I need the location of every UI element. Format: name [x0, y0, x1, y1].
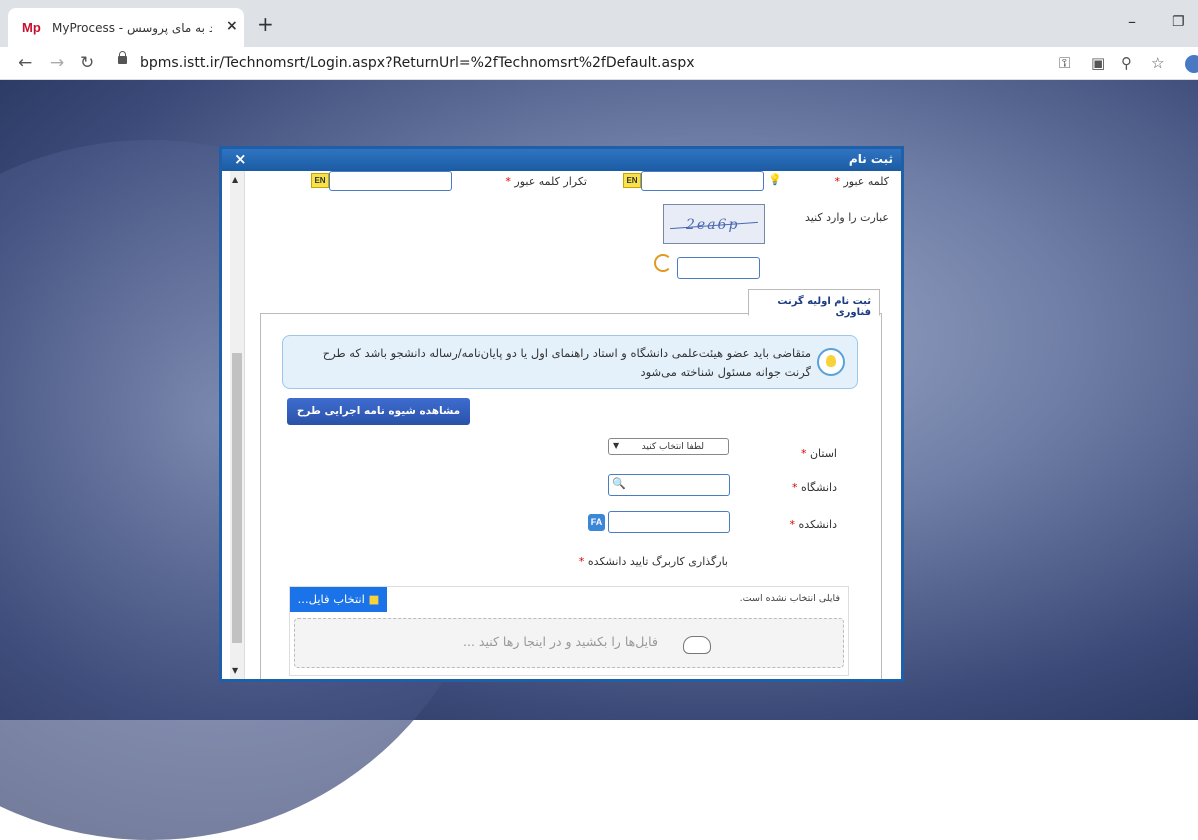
- captcha-image: 2ea6p: [663, 204, 765, 244]
- info-text: متقاضی باید عضو هیئت‌علمی دانشگاه و استا…: [322, 346, 811, 379]
- file-upload-box: ■ انتخاب فایل... فایلی انتخاب نشده است. …: [289, 586, 849, 676]
- lock-icon: [118, 51, 127, 64]
- university-label: دانشگاه *: [791, 481, 837, 494]
- zoom-icon[interactable]: ⚲: [1121, 54, 1132, 72]
- browser-tab-bar: Mp MyProcess - ورود به مای پروسس × + – ❐: [0, 0, 1198, 47]
- new-tab-button[interactable]: +: [257, 12, 274, 36]
- view-guideline-button[interactable]: مشاهده شیوه نامه اجرایی طرح جوانه: [287, 398, 470, 444]
- captcha-input[interactable]: [677, 257, 760, 279]
- drop-zone[interactable]: فایل‌ها را بکشید و در اینجا رها کنید ...: [294, 618, 844, 668]
- forward-icon[interactable]: →: [50, 53, 64, 73]
- password-input[interactable]: [641, 171, 764, 191]
- password-repeat-label: تکرار کلمه عبور *: [505, 175, 587, 188]
- site-logo-icon: Mp: [22, 20, 41, 35]
- registration-dialog: ثبت نام × ▲ ▼ کلمه عبور * 💡 EN تکرار کلم…: [219, 146, 904, 682]
- captcha-label: عبارت را وارد کنید: [805, 211, 889, 224]
- url-field[interactable]: bpms.istt.ir/Technomsrt/Login.aspx?Retur…: [140, 52, 1060, 74]
- restore-icon[interactable]: ❐: [1172, 14, 1185, 30]
- translate-icon[interactable]: ▣: [1091, 54, 1105, 72]
- dialog-header: ثبت نام ×: [222, 149, 901, 171]
- chevron-down-icon: ▼: [613, 441, 620, 450]
- scroll-down-icon[interactable]: ▼: [232, 666, 238, 675]
- faculty-input[interactable]: [608, 511, 730, 533]
- close-icon[interactable]: ×: [234, 150, 247, 168]
- minimize-icon[interactable]: –: [1128, 12, 1136, 31]
- search-icon: 🔍: [612, 477, 626, 490]
- choose-file-button[interactable]: ■ انتخاب فایل...: [290, 587, 387, 612]
- faculty-label: دانشکده *: [789, 518, 837, 531]
- upload-label: بارگذاری کاربرگ تایید دانشکده *: [578, 555, 728, 568]
- en-badge: EN: [311, 173, 329, 188]
- browser-tab[interactable]: Mp MyProcess - ورود به مای پروسس ×: [8, 8, 244, 47]
- province-select[interactable]: لطفا انتخاب کنید ▼: [608, 438, 729, 455]
- drop-text: فایل‌ها را بکشید و در اینجا رها کنید ...: [463, 634, 658, 649]
- fa-badge: FA: [588, 514, 605, 531]
- password-label: کلمه عبور *: [834, 175, 889, 188]
- address-bar: ← → ↻ bpms.istt.ir/Technomsrt/Login.aspx…: [0, 47, 1198, 80]
- university-input[interactable]: 🔍: [608, 474, 730, 496]
- scroll-thumb[interactable]: [232, 353, 242, 643]
- lightbulb-icon: [817, 348, 845, 376]
- key-icon[interactable]: ⚿: [1059, 54, 1070, 72]
- dialog-scrollbar[interactable]: ▲ ▼: [230, 171, 245, 679]
- folder-icon: ■: [368, 592, 380, 606]
- dialog-title: ثبت نام: [848, 152, 893, 166]
- reload-icon[interactable]: ↻: [80, 53, 94, 73]
- tab-title: MyProcess - ورود به مای پروسس: [52, 21, 212, 35]
- bookmark-star-icon[interactable]: ☆: [1151, 54, 1164, 72]
- hint-icon: 💡: [768, 173, 782, 186]
- password-repeat-input[interactable]: [329, 171, 452, 191]
- province-label: استان *: [800, 447, 837, 460]
- en-badge: EN: [623, 173, 641, 188]
- cloud-upload-icon: [683, 636, 711, 654]
- refresh-captcha-icon[interactable]: [654, 254, 672, 272]
- info-box: متقاضی باید عضو هیئت‌علمی دانشگاه و استا…: [282, 335, 858, 389]
- close-tab-icon[interactable]: ×: [226, 18, 238, 34]
- scroll-up-icon[interactable]: ▲: [232, 175, 238, 184]
- profile-avatar[interactable]: [1185, 55, 1198, 73]
- tab-initial-registration[interactable]: ثبت نام اولیه گرنت فناوری: [748, 289, 880, 318]
- back-icon[interactable]: ←: [18, 53, 32, 73]
- no-file-text: فایلی انتخاب نشده است.: [739, 593, 840, 604]
